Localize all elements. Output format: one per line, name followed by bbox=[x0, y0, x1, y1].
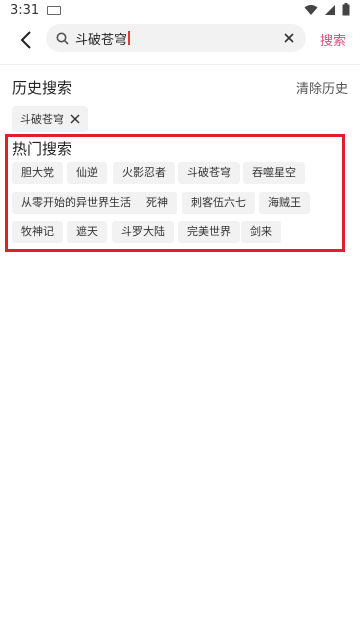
delete-history-icon[interactable] bbox=[70, 114, 80, 124]
history-title: 历史搜索 bbox=[12, 79, 73, 97]
keyboard-icon bbox=[47, 5, 62, 15]
hot-tag[interactable]: 完美世界 bbox=[178, 221, 240, 243]
hot-tag[interactable]: 仙逆 bbox=[67, 162, 107, 184]
hot-tag[interactable]: 刺客伍六七 bbox=[182, 192, 255, 214]
clear-history-button[interactable]: 清除历史 bbox=[296, 78, 348, 97]
hot-tag[interactable]: 胆大党 bbox=[12, 162, 63, 184]
search-query[interactable]: 斗破苍穹 bbox=[75, 29, 127, 48]
search-header: 斗破苍穹 搜索 bbox=[0, 20, 360, 60]
status-time: 3:31 bbox=[10, 2, 40, 18]
hot-tag[interactable]: 斗罗大陆 bbox=[112, 221, 174, 243]
hot-tag[interactable]: 牧神记 bbox=[12, 221, 63, 243]
back-button[interactable] bbox=[12, 26, 40, 54]
hot-tag[interactable]: 死神 bbox=[137, 192, 177, 214]
hot-tag[interactable]: 海贼王 bbox=[259, 192, 310, 214]
text-cursor bbox=[128, 31, 130, 45]
status-bar: 3:31 bbox=[0, 0, 360, 20]
history-item-label: 斗破苍穹 bbox=[20, 113, 64, 126]
hot-tag[interactable]: 剑来 bbox=[241, 221, 281, 243]
back-arrow-icon bbox=[20, 31, 31, 49]
hot-search-title: 热门搜索 bbox=[12, 140, 73, 158]
status-icons bbox=[304, 3, 350, 16]
hot-tag[interactable]: 火影忍者 bbox=[113, 162, 175, 184]
search-button[interactable]: 搜索 bbox=[320, 30, 346, 49]
search-input[interactable]: 斗破苍穹 bbox=[46, 24, 306, 52]
search-icon bbox=[56, 32, 69, 45]
battery-icon bbox=[342, 3, 350, 16]
hot-tag[interactable]: 遮天 bbox=[67, 221, 107, 243]
hot-tag[interactable]: 吞噬星空 bbox=[243, 162, 305, 184]
clear-input-icon[interactable] bbox=[282, 31, 296, 45]
hot-tag[interactable]: 斗破苍穹 bbox=[178, 162, 240, 184]
wifi-icon bbox=[304, 4, 318, 15]
history-header: 历史搜索 清除历史 bbox=[0, 65, 360, 98]
history-item[interactable]: 斗破苍穹 bbox=[12, 106, 88, 132]
signal-icon bbox=[325, 4, 335, 15]
hot-tag[interactable]: 从零开始的异世界生活 bbox=[12, 192, 140, 214]
